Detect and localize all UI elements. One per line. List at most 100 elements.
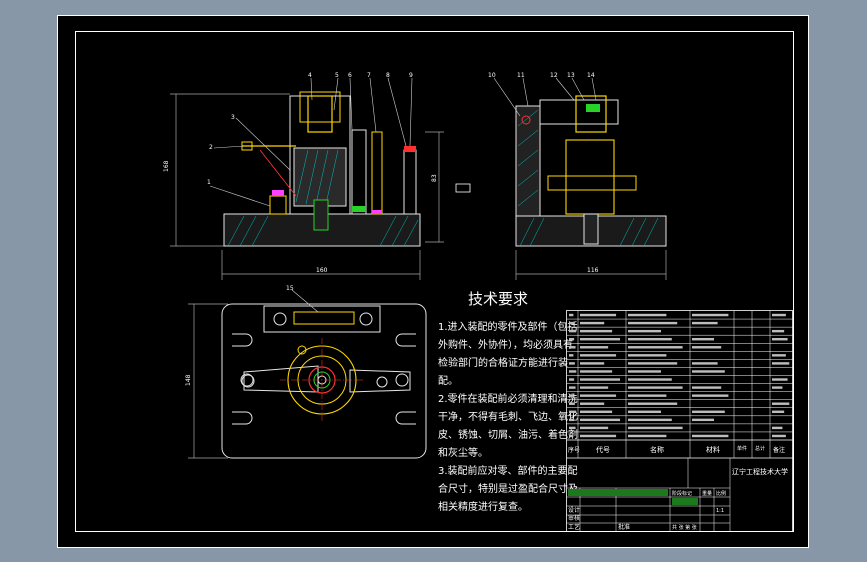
drawing-sheet (57, 15, 809, 548)
bom-cell-text-mark (580, 378, 621, 381)
bom-cell-text-mark (569, 394, 574, 397)
bom-cell-text-mark (569, 426, 576, 430)
bom-cell-text-mark (580, 370, 613, 373)
tech-req-2-line-1: 2.零件在装配前必须清理和清洗 (438, 392, 578, 405)
balloon-13: 13 (567, 72, 575, 79)
dim-front-height: 168 (163, 160, 170, 172)
balloon-9: 9 (409, 72, 413, 79)
balloon-11: 11 (517, 72, 525, 79)
tech-req-2-line-3: 皮、锈蚀、切屑、油污、着色剂 (438, 428, 578, 441)
tech-req-2-line-2: 干净，不得有毛刺、飞边、氧化 (438, 410, 578, 423)
bom-cell-text-mark (628, 346, 683, 349)
bom-cell-text-mark (772, 329, 785, 333)
front-locating-pin (313, 199, 329, 231)
bom-cell-text-mark (580, 394, 617, 397)
dim-side-width: 116 (587, 267, 599, 274)
bom-cell-text-mark (628, 410, 661, 413)
balloon-14: 14 (587, 72, 595, 79)
title-block-green-strip (568, 489, 668, 496)
tech-req-3-line-1: 3.装配前应对零、部件的主要配 (438, 464, 578, 477)
title-block-process: 工艺 (568, 523, 580, 531)
bom-cell-text-mark (580, 402, 605, 405)
tech-req-3-line-2: 合尺寸，特别是过盈配合尺寸及 (438, 482, 578, 495)
tech-req-3-line-3: 相关精度进行复查。 (438, 500, 528, 513)
balloon-7: 7 (367, 72, 371, 79)
title-block-weight: 重量 (702, 490, 712, 497)
tech-req-1-line-1: 1.进入装配的零件及部件（包括 (438, 320, 578, 333)
bom-cell-text-mark (692, 394, 729, 397)
bom-cell-text-mark (580, 426, 609, 430)
balloon-3: 3 (231, 114, 235, 121)
bom-cell-text-mark (772, 378, 788, 381)
bom-header-note: 备注 (773, 446, 785, 454)
bom-cell-text-mark (628, 313, 667, 317)
bom-cell-text-mark (628, 434, 667, 438)
bom-header-single: 单件 (737, 445, 747, 452)
bom-cell-text-mark (569, 402, 575, 405)
bom-cell-text-mark (569, 329, 577, 333)
bom-cell-text-mark (628, 329, 661, 333)
bom-cell-text-mark (628, 370, 661, 373)
bom-cell-text-mark (580, 418, 621, 422)
bom-cell-text-mark (569, 346, 576, 349)
front-washer-magenta (372, 210, 382, 214)
front-bolt-head (272, 190, 284, 196)
balloon-5: 5 (335, 72, 339, 79)
bom-cell-text-mark (569, 338, 575, 341)
bom-cell-text-mark (569, 321, 575, 325)
bom-cell-text-mark (569, 434, 574, 438)
bom-cell-text-mark (569, 370, 577, 373)
bom-cell-text-mark (692, 362, 718, 365)
bom-cell-text-mark (772, 362, 790, 365)
balloon-6: 6 (348, 72, 352, 79)
tech-req-1-line-3: 检验部门的合格证方能进行装 (438, 356, 568, 369)
bom-cell-text-mark (692, 346, 722, 349)
tech-req-1-line-2: 外购件、外协件），均必须具有 (438, 338, 573, 351)
front-washer-green (352, 206, 366, 212)
dim-front-right-height: 83 (431, 174, 438, 182)
bom-cell-text-mark (772, 426, 783, 430)
bom-cell-text-mark (580, 313, 617, 317)
bom-cell-text-mark (692, 370, 725, 373)
title-block-approved: 批准 (618, 523, 630, 531)
title-block-scale-value: 1:1 (716, 508, 724, 514)
bom-cell-text-mark (580, 354, 617, 357)
bom-cell-text-mark (580, 386, 609, 389)
balloon-4: 4 (308, 72, 312, 79)
bom-cell-text-mark (692, 434, 729, 438)
bom-header-total: 总计 (755, 445, 765, 452)
bom-cell-text-mark (772, 338, 788, 341)
tech-req-title: 技术要求 (468, 290, 528, 308)
bom-header-seq: 序号 (568, 446, 580, 454)
bom-cell-text-mark (692, 418, 714, 422)
bom-cell-text-mark (569, 354, 574, 357)
tech-req-1-line-4: 配。 (438, 375, 458, 387)
bom-cell-text-mark (772, 313, 786, 317)
bom-cell-text-mark (628, 338, 672, 341)
dim-top-height: 148 (185, 374, 192, 386)
bom-cell-text-mark (772, 402, 790, 405)
bom-header-material: 材料 (706, 445, 720, 454)
bom-cell-text-mark (772, 434, 786, 438)
bom-cell-text-mark (580, 346, 609, 349)
bom-cell-text-mark (580, 338, 621, 341)
bom-cell-text-mark (692, 338, 714, 341)
side-green-part (586, 104, 600, 112)
bom-cell-text-mark (692, 386, 722, 389)
bom-cell-text-mark (628, 402, 678, 405)
title-block-scale: 比例 (716, 490, 726, 497)
balloon-12: 12 (550, 72, 558, 79)
bom-cell-text-mark (628, 418, 672, 422)
bom-cell-text-mark (772, 386, 783, 389)
bom-cell-text-mark (628, 321, 678, 325)
bom-cell-text-mark (628, 426, 683, 430)
bom-cell-text-mark (628, 378, 672, 381)
bom-cell-text-mark (569, 386, 576, 389)
bom-cell-text-mark (772, 354, 786, 357)
balloon-1: 1 (207, 179, 211, 186)
bom-cell-text-mark (628, 354, 667, 357)
bom-header-code: 代号 (596, 445, 610, 454)
balloon-10: 10 (488, 72, 496, 79)
title-block-sheets: 共 张 第 张 (672, 524, 697, 531)
balloon-15: 15 (286, 285, 294, 292)
